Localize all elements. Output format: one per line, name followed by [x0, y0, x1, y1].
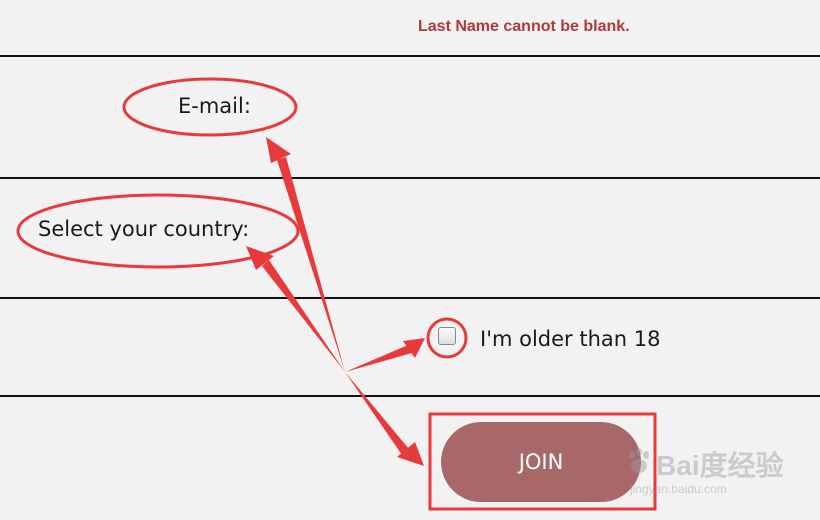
- arrow-to-email: [277, 157, 345, 372]
- watermark-url-text: jingyan.baidu.com: [630, 482, 727, 496]
- arrowhead-country: [246, 246, 274, 270]
- arrowhead-email: [266, 137, 291, 163]
- email-label: E-mail:: [178, 94, 251, 118]
- arrowhead-join: [397, 442, 424, 466]
- arrow-to-join: [345, 372, 409, 455]
- arrow-to-checkbox: [345, 345, 412, 372]
- form-divider: [0, 395, 820, 397]
- annotation-arrows: [246, 137, 425, 466]
- form-divider: [0, 297, 820, 299]
- annotation-overlay: [16, 77, 657, 511]
- form-divider: [0, 177, 820, 179]
- age-checkbox[interactable]: [438, 327, 456, 345]
- watermark-main-text: Bai度经验: [656, 450, 784, 481]
- arrow-to-country: [262, 260, 345, 372]
- form-divider: [0, 55, 820, 57]
- last-name-error-message: Last Name cannot be blank.: [418, 18, 630, 35]
- age-checkbox-label[interactable]: I'm older than 18: [480, 327, 660, 351]
- baidu-watermark: Bai度经验 jingyan.baidu.com: [624, 440, 814, 504]
- arrowhead-checkbox: [403, 338, 425, 358]
- country-label: Select your country:: [38, 217, 250, 241]
- join-button[interactable]: JOIN: [441, 422, 641, 502]
